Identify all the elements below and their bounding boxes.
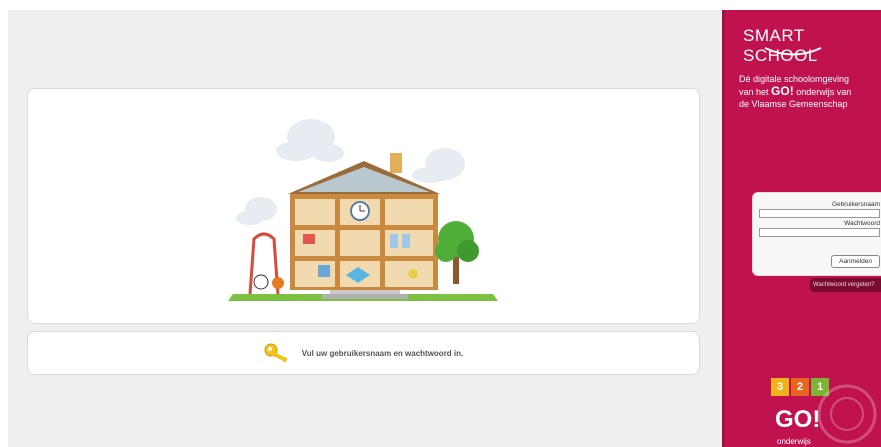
tagline-line-3: de Vlaamse Gemeenschap xyxy=(739,99,848,109)
login-button[interactable]: Aanmelden xyxy=(831,255,880,268)
status-message-panel: Vul uw gebruikersnaam en wachtwoord in. xyxy=(27,331,700,375)
go-subtitle: onderwijs xyxy=(777,437,811,446)
tagline: Dé digitale schoolomgeving van het GO! o… xyxy=(739,73,881,110)
illustration-panel xyxy=(27,88,700,324)
badge-3: 3 xyxy=(771,378,789,396)
sidebar: SMART SCHOOL Dé digitale schoolomgeving … xyxy=(722,10,881,447)
school-house-illustration xyxy=(228,119,498,301)
tagline-line-1: Dé digitale schoolomgeving xyxy=(739,74,850,84)
tagline-line-2: van het GO! onderwijs van xyxy=(739,84,852,98)
login-form: Gebruikersnaam Wachtwoord Aanmelden xyxy=(752,192,881,276)
username-field[interactable] xyxy=(759,209,880,218)
password-label: Wachtwoord xyxy=(844,220,880,227)
lion-watermark-icon xyxy=(817,384,877,444)
status-message: Vul uw gebruikersnaam en wachtwoord in. xyxy=(301,348,464,358)
password-field[interactable] xyxy=(759,228,880,237)
badge-2: 2 xyxy=(791,378,809,396)
username-label: Gebruikersnaam xyxy=(831,201,880,208)
key-icon xyxy=(264,343,288,362)
go-logo: GO! xyxy=(775,406,821,433)
logo-swoosh-icon xyxy=(764,47,822,56)
forgot-password-link[interactable]: Wachtwoord vergeten? xyxy=(810,278,881,292)
